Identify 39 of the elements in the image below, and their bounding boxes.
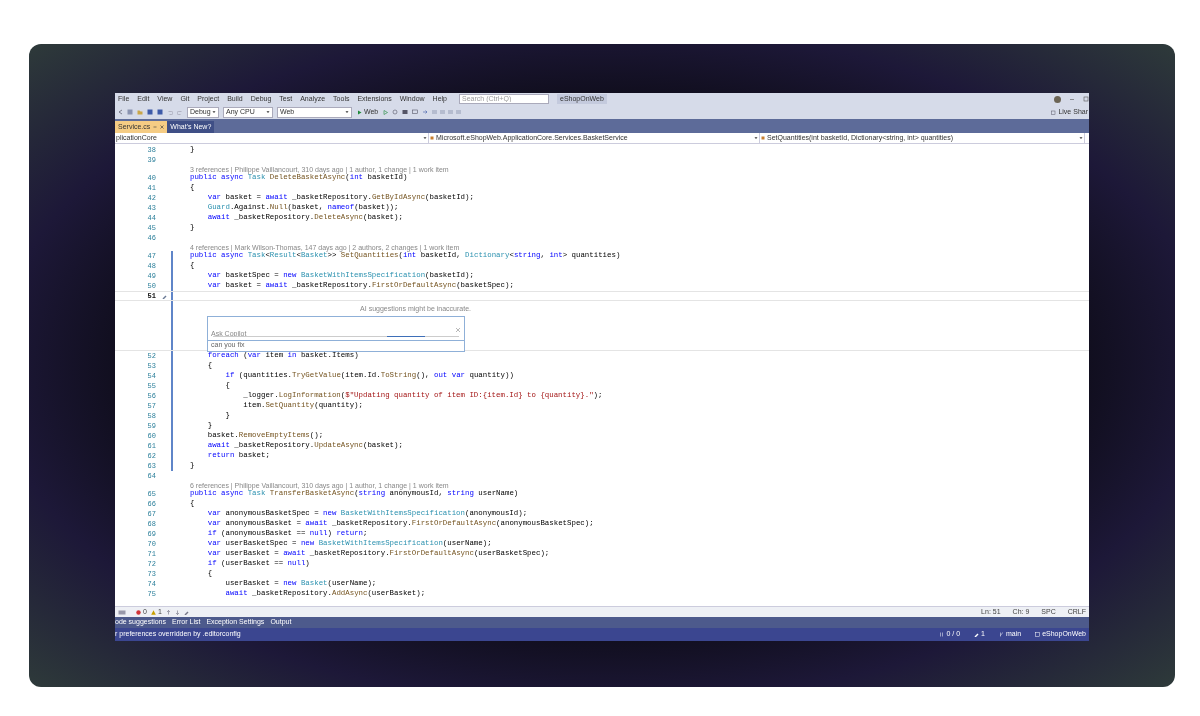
warning-icon xyxy=(150,609,156,615)
branch-icon xyxy=(998,632,1004,637)
error-icon xyxy=(136,609,141,615)
open-icon[interactable] xyxy=(137,109,143,115)
pencil-icon xyxy=(161,293,167,299)
new-project-icon[interactable] xyxy=(127,109,133,115)
up-icon[interactable] xyxy=(165,609,171,615)
method-icon xyxy=(761,136,765,140)
class-icon xyxy=(430,136,434,140)
step-icon[interactable] xyxy=(422,109,429,115)
share-icon xyxy=(1051,109,1057,115)
caret-icon xyxy=(345,110,349,114)
zoom-icon[interactable] xyxy=(118,609,126,615)
caret-icon xyxy=(212,110,216,114)
repository-icon xyxy=(1035,632,1041,637)
play-icon xyxy=(357,109,362,115)
close-icon[interactable] xyxy=(455,326,461,333)
arrows-icon xyxy=(939,632,945,637)
start-without-debugging-icon[interactable] xyxy=(383,109,389,115)
undo-icon[interactable] xyxy=(167,109,173,115)
save-all-icon[interactable] xyxy=(157,109,163,115)
minimize-icon[interactable] xyxy=(1069,96,1075,102)
save-icon[interactable] xyxy=(147,109,153,115)
pencil-icon xyxy=(974,632,980,637)
down-icon[interactable] xyxy=(174,609,180,615)
progress-indicator xyxy=(387,335,425,337)
back-icon[interactable] xyxy=(118,109,123,115)
close-icon xyxy=(160,125,165,129)
comment-icon[interactable] xyxy=(412,109,419,115)
brush-icon[interactable] xyxy=(183,609,190,615)
caret-icon xyxy=(423,136,427,140)
refresh-icon[interactable] xyxy=(392,109,399,115)
caret-icon xyxy=(754,136,758,140)
caret-icon xyxy=(266,110,270,114)
maximize-icon[interactable] xyxy=(1083,96,1089,102)
caret-icon xyxy=(1079,136,1083,140)
browser-icon[interactable] xyxy=(402,109,409,115)
redo-icon[interactable] xyxy=(177,109,183,115)
avatar-icon xyxy=(1054,95,1061,103)
